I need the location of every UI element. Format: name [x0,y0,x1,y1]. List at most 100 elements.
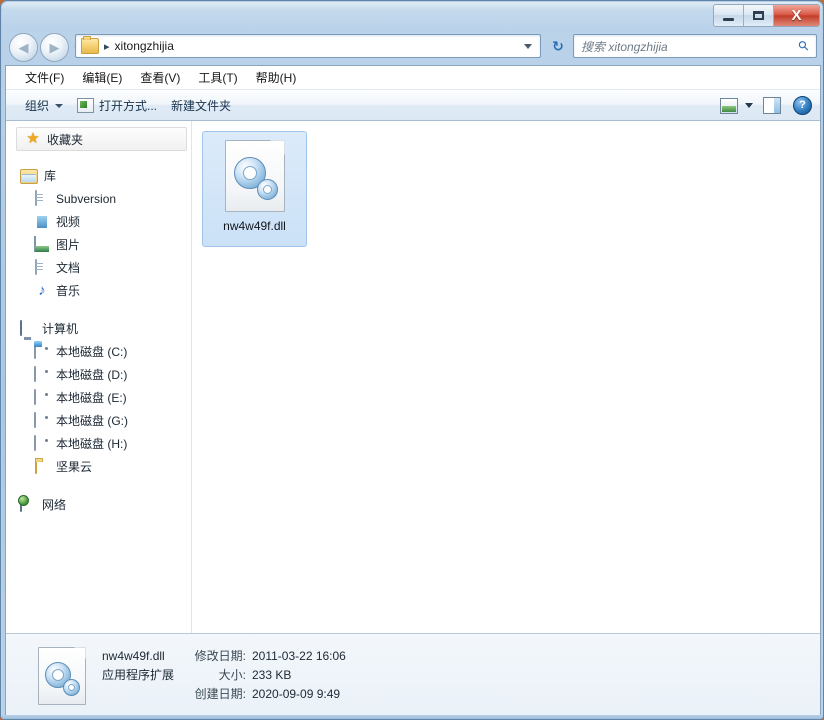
details-row-modified: nw4w49f.dll 修改日期: 2011-03-22 16:06 [102,647,346,666]
open-with-label: 打开方式... [99,99,158,113]
sidebar-item-label: 图片 [56,238,81,252]
sidebar-item-nutstore[interactable]: 坚果云 [6,455,191,478]
chevron-down-icon[interactable] [524,43,532,49]
details-size-key: 大小: [218,668,246,682]
music-icon: ♪ [38,281,46,299]
help-icon[interactable]: ? [793,96,812,115]
file-item[interactable]: nw4w49f.dll [202,131,307,247]
sidebar-item-label: 库 [44,169,57,183]
menu-edit[interactable]: 编辑(E) [73,67,131,88]
details-modified-key: 修改日期: [194,649,246,663]
sidebar-item-drive-e[interactable]: 本地磁盘 (E:) [6,386,191,409]
gear-small-icon [256,179,278,200]
sidebar-item-label: 音乐 [56,284,81,298]
details-pane: nw4w49f.dll 修改日期: 2011-03-22 16:06 应用程序扩… [6,633,820,717]
sidebar-item-drive-g[interactable]: 本地磁盘 (G:) [6,409,191,432]
organize-button[interactable]: 组织 [18,94,70,117]
organize-label: 组织 [25,99,50,113]
sidebar-item-computer[interactable]: 计算机 [6,317,191,340]
address-bar[interactable]: ▸ xitongzhijia [75,34,541,58]
sidebar-item-music[interactable]: ♪ 音乐 [6,279,191,302]
breadcrumb-path[interactable]: xitongzhijia [115,39,174,53]
sidebar-item-videos[interactable]: 视频 [6,210,191,233]
sidebar-item-label: 收藏夹 [47,132,84,147]
back-button[interactable]: ◀ [9,33,38,62]
explorer-window: X ◀ ▶ ▸ xitongzhijia ↻ 搜索 xitongzhijia ⚲ [0,0,824,720]
sidebar-item-drive-d[interactable]: 本地磁盘 (D:) [6,363,191,386]
maximize-button[interactable] [744,5,774,26]
menu-tools[interactable]: 工具(T) [189,67,246,88]
chevron-down-icon[interactable] [745,103,753,108]
close-icon: X [791,7,802,24]
sidebar-item-libraries[interactable]: 库 [6,164,191,187]
minimize-icon [723,17,734,21]
details-row-created: 创建日期: 2020-09-09 9:49 [102,685,346,704]
file-name-label: nw4w49f.dll [223,219,286,233]
sidebar-item-drive-c[interactable]: 本地磁盘 (C:) [6,340,191,363]
library-icon [20,169,38,184]
search-box[interactable]: 搜索 xitongzhijia ⚲ [573,34,817,58]
details-file-type: 应用程序扩展 [102,668,175,682]
back-arrow-icon: ◀ [18,40,29,55]
minimize-button[interactable] [714,5,744,26]
sidebar-item-drive-h[interactable]: 本地磁盘 (H:) [6,432,191,455]
star-icon: ★ [26,130,40,147]
sidebar-item-label: 视频 [56,215,81,229]
drive-icon [34,411,36,428]
sidebar-item-subversion[interactable]: Subversion [6,187,191,210]
details-created-key: 创建日期: [194,687,246,701]
refresh-button[interactable]: ↻ [547,36,569,56]
sidebar-item-documents[interactable]: 文档 [6,256,191,279]
folder-icon [81,36,99,54]
search-icon: ⚲ [795,36,813,55]
open-with-button[interactable]: 打开方式... [70,94,164,117]
folder-icon [35,457,37,474]
sidebar-item-favorites[interactable]: ★ 收藏夹 [16,127,187,151]
details-modified-value: 2011-03-22 16:06 [252,649,346,663]
close-button[interactable]: X [774,5,819,26]
pictures-icon [34,235,36,252]
details-size-value: 233 KB [252,668,292,682]
preview-pane-icon[interactable] [763,97,781,114]
toolbar-right-group: ? [720,96,812,115]
dll-gear-icon [224,140,285,212]
dll-gear-icon [38,646,86,705]
sidebar-item-label: 本地磁盘 (C:) [56,345,128,359]
maximize-icon [753,11,764,20]
details-created-value: 2020-09-09 9:49 [252,687,341,701]
title-bar: X [1,1,823,29]
page-fold-inner-icon [269,141,284,155]
menu-help[interactable]: 帮助(H) [247,67,306,88]
body-split: ★ 收藏夹 库 Subversion 视频 图片 文档 ♪ 音乐 计算机 本地磁… [6,121,820,687]
toolbar: 组织 打开方式... 新建文件夹 ? [6,90,820,121]
nav-buttons: ◀ ▶ [9,33,82,62]
menu-bar: 文件(F) 编辑(E) 查看(V) 工具(T) 帮助(H) [6,66,820,90]
client-area: 文件(F) 编辑(E) 查看(V) 工具(T) 帮助(H) 组织 打开方式...… [5,65,821,717]
menu-file[interactable]: 文件(F) [16,67,73,88]
file-list-pane[interactable]: nw4w49f.dll [192,121,820,687]
forward-arrow-icon: ▶ [49,40,60,55]
gear-small-icon [63,678,80,696]
change-view-icon[interactable] [720,97,738,114]
details-row-size: 应用程序扩展 大小: 233 KB [102,666,346,685]
menu-view[interactable]: 查看(V) [131,67,189,88]
new-folder-button[interactable]: 新建文件夹 [164,94,238,117]
details-file-name: nw4w49f.dll [102,649,165,663]
network-icon [20,495,22,512]
sidebar-item-label: 计算机 [42,322,79,336]
sidebar-item-pictures[interactable]: 图片 [6,233,191,256]
search-placeholder: 搜索 xitongzhijia [581,39,668,54]
documents-icon [35,258,37,275]
sidebar-group-computer: 计算机 本地磁盘 (C:) 本地磁盘 (D:) 本地磁盘 (E:) 本地磁盘 (… [6,317,191,478]
subversion-icon [35,189,37,206]
sidebar-item-label: 本地磁盘 (D:) [56,368,128,382]
drive-icon [34,365,36,382]
caption-button-group: X [713,4,820,27]
sidebar-item-network[interactable]: 网络 [6,493,191,516]
page-fold-inner-icon [74,647,85,659]
window-bottom-edge [1,715,823,719]
forward-button[interactable]: ▶ [40,33,69,62]
